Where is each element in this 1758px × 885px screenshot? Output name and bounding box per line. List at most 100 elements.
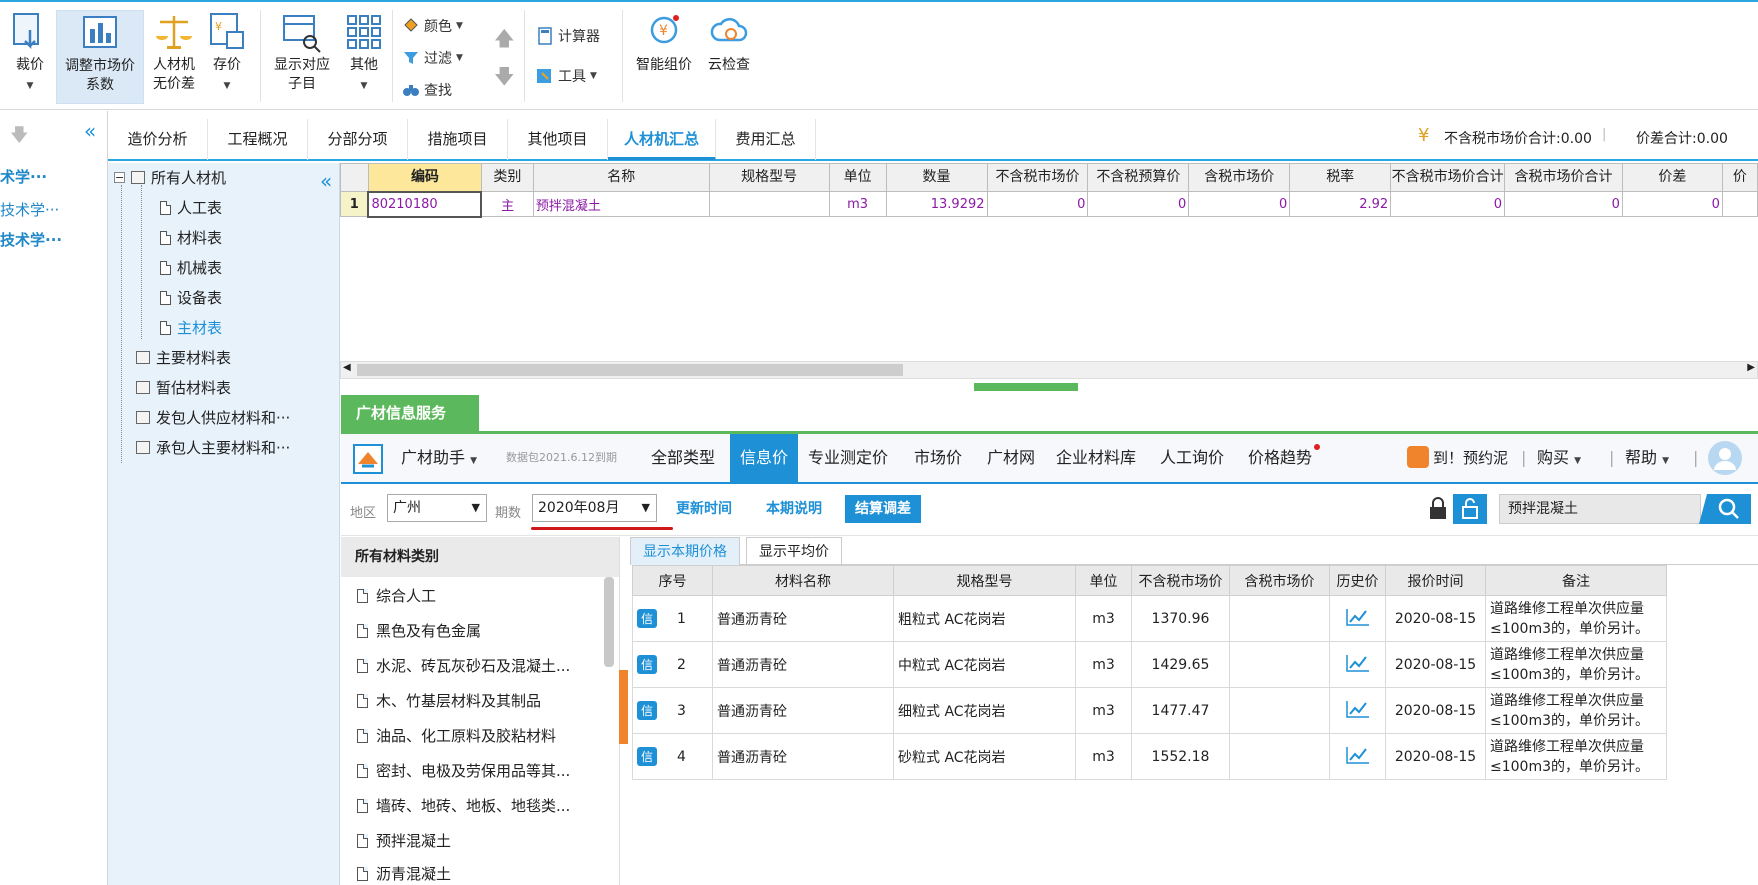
column-header[interactable]: 历史价 — [1329, 565, 1386, 596]
adjust-market-coef-button[interactable]: 调整市场价 系数 — [56, 10, 144, 104]
move-down-button[interactable]: 🡇 — [494, 62, 515, 96]
category-item[interactable]: 黑色及有色金属 — [357, 620, 481, 641]
table-row[interactable]: 信2 普通沥青砼 中粒式 AC花岗岩 m3 1429.65 2020-08-15… — [632, 641, 1667, 688]
unlock-icon[interactable] — [1453, 494, 1487, 524]
category-item[interactable]: 密封、电极及劳保用品等其... — [357, 760, 570, 781]
find-button[interactable]: 查找 — [402, 80, 452, 100]
code-cell[interactable]: 80210180 — [367, 190, 483, 218]
column-header[interactable]: 不含税市场价 — [1131, 565, 1230, 596]
scroll-right-icon[interactable]: ▶ — [1747, 362, 1755, 373]
column-header[interactable]: 数量 — [885, 163, 988, 192]
tools-button[interactable]: 工具 ▼ — [536, 66, 597, 86]
no-price-diff-button[interactable]: 人材机 无价差 — [148, 10, 200, 94]
column-header[interactable]: 规格型号 — [893, 565, 1076, 596]
column-header[interactable]: 规格型号 — [708, 163, 830, 192]
nav-enterprise-library[interactable]: 企业材料库 — [1056, 434, 1136, 482]
tree-node-machine[interactable]: 机械表 — [160, 257, 222, 278]
nav-market-price[interactable]: 市场价 — [914, 434, 962, 482]
price-cut-button[interactable]: 裁价 ▼ — [6, 10, 54, 96]
tab-sub-items[interactable]: 分部分项 — [308, 119, 408, 160]
tax-market-price-cell[interactable]: 0 — [1188, 191, 1291, 217]
budget-price-cell[interactable]: 0 — [1087, 191, 1190, 217]
cloud-check-button[interactable]: 云检查 — [702, 10, 756, 75]
name-cell[interactable]: 预拌混凝土 — [532, 191, 710, 217]
unit-cell[interactable]: m3 — [828, 191, 887, 217]
promo-link[interactable]: 到！预约泥 — [1433, 434, 1508, 482]
column-header[interactable]: 含税市场价 — [1188, 163, 1291, 192]
move-up-button[interactable]: 🡅 — [494, 24, 515, 58]
column-header[interactable]: 单位 — [1075, 565, 1132, 596]
column-header[interactable]: 价差 — [1621, 163, 1723, 192]
tab-average-price[interactable]: 显示平均价 — [746, 537, 842, 565]
material-search-input[interactable]: 预拌混凝土 — [1499, 494, 1701, 524]
tax-market-sum-cell[interactable]: 0 — [1504, 191, 1623, 217]
pane-splitter[interactable] — [974, 383, 1078, 391]
tree-node-key-materials[interactable]: 主要材料表 — [136, 347, 231, 368]
save-price-button[interactable]: ¥ 存价 ▼ — [204, 10, 250, 96]
column-header[interactable]: 税率 — [1289, 163, 1392, 192]
color-button[interactable]: 颜色 ▼ — [402, 16, 463, 36]
scrollbar-thumb[interactable] — [357, 364, 903, 376]
left-nav-item[interactable]: 技术学··· — [0, 229, 62, 250]
column-header[interactable]: 备注 — [1485, 565, 1667, 596]
calculator-button[interactable]: 计算器 — [536, 26, 600, 46]
nav-info-price[interactable]: 信息价 — [730, 434, 799, 482]
collapse-handle[interactable] — [619, 670, 628, 744]
trend-chart-icon[interactable] — [1345, 700, 1370, 718]
column-header[interactable]: 不含税预算价 — [1087, 163, 1190, 192]
tree-node-contractor-main[interactable]: 承包人主要材料和··· — [136, 437, 290, 458]
nav-price-trend[interactable]: 价格趋势 — [1248, 434, 1312, 482]
nav-guangcai-web[interactable]: 广材网 — [987, 434, 1035, 482]
nav-professional-price[interactable]: 专业测定价 — [808, 434, 888, 482]
tab-other-items[interactable]: 其他项目 — [508, 119, 608, 160]
buy-menu[interactable]: 购买 ▼ — [1537, 434, 1581, 482]
column-header[interactable]: 编码 — [367, 163, 482, 192]
update-time-button[interactable]: 更新时间 — [666, 495, 742, 523]
market-sum-cell[interactable]: 0 — [1390, 191, 1506, 217]
column-header[interactable]: 报价时间 — [1385, 565, 1486, 596]
tab-current-price[interactable]: 显示本期价格 — [630, 537, 740, 565]
tax-rate-cell[interactable]: 2.92 — [1289, 191, 1392, 217]
column-header[interactable]: 不含税市场价 — [986, 163, 1089, 192]
category-item[interactable]: 油品、化工原料及胶粘材料 — [357, 725, 556, 746]
info-service-tab[interactable]: 广材信息服务 — [341, 395, 479, 432]
tree-node-material[interactable]: 材料表 — [160, 227, 222, 248]
table-row[interactable]: 信3 普通沥青砼 细粒式 AC花岗岩 m3 1477.47 2020-08-15… — [632, 687, 1667, 734]
table-row[interactable]: 信4 普通沥青砼 砂粒式 AC花岗岩 m3 1552.18 2020-08-15… — [632, 733, 1667, 780]
assistant-menu[interactable]: 广材助手 ▼ — [401, 434, 477, 482]
column-header[interactable]: 序号 — [632, 565, 713, 596]
tree-node-main-material[interactable]: 主材表 — [160, 317, 222, 338]
horizontal-scrollbar[interactable]: ◀ ▶ — [340, 361, 1758, 379]
nav-all-types[interactable]: 全部类型 — [651, 434, 715, 482]
help-menu[interactable]: 帮助 ▼ — [1625, 434, 1669, 482]
column-header[interactable]: 名称 — [532, 163, 710, 192]
column-header[interactable]: 含税市场价 — [1229, 565, 1330, 596]
left-nav-item[interactable]: 技术学··· — [0, 199, 59, 220]
spec-cell[interactable] — [708, 191, 830, 217]
tab-cost-analysis[interactable]: 造价分析 — [108, 119, 208, 160]
tree-node-equipment[interactable]: 设备表 — [160, 287, 222, 308]
category-scrollbar[interactable] — [604, 577, 614, 667]
price-diff-cell[interactable]: 0 — [1621, 191, 1723, 217]
category-item[interactable]: 墙砖、地砖、地板、地毯类... — [357, 795, 570, 816]
nav-labor-inquiry[interactable]: 人工询价 — [1160, 434, 1224, 482]
table-row[interactable]: 信1 普通沥青砼 粗粒式 AC花岗岩 m3 1370.96 2020-08-15… — [632, 595, 1667, 642]
collapse-tree-icon[interactable]: « — [320, 169, 332, 193]
search-icon[interactable] — [1699, 494, 1751, 524]
tree-node-labor[interactable]: 人工表 — [160, 197, 222, 218]
column-header[interactable]: 材料名称 — [712, 565, 894, 596]
smart-pricing-button[interactable]: ¥ 智能组价 — [632, 10, 696, 75]
qty-cell[interactable]: 13.9292 — [885, 191, 988, 217]
collapse-left-icon[interactable]: « — [84, 119, 96, 143]
settle-adjust-button[interactable]: 结算调差 — [845, 495, 921, 523]
lock-icon[interactable] — [1425, 496, 1451, 522]
region-select[interactable]: 广州 ▼ — [387, 494, 487, 522]
tab-fee-summary[interactable]: 费用汇总 — [716, 119, 816, 160]
trend-chart-icon[interactable] — [1345, 608, 1370, 626]
show-subitem-button[interactable]: 显示对应 子目 — [268, 10, 336, 94]
category-item[interactable]: 预拌混凝土 — [357, 830, 451, 851]
tree-node-root[interactable]: − 所有人材机 — [114, 167, 226, 188]
category-item[interactable]: 沥青混凝土 — [357, 863, 451, 884]
category-item[interactable]: 综合人工 — [357, 585, 436, 606]
extra-cell[interactable] — [1721, 191, 1758, 217]
